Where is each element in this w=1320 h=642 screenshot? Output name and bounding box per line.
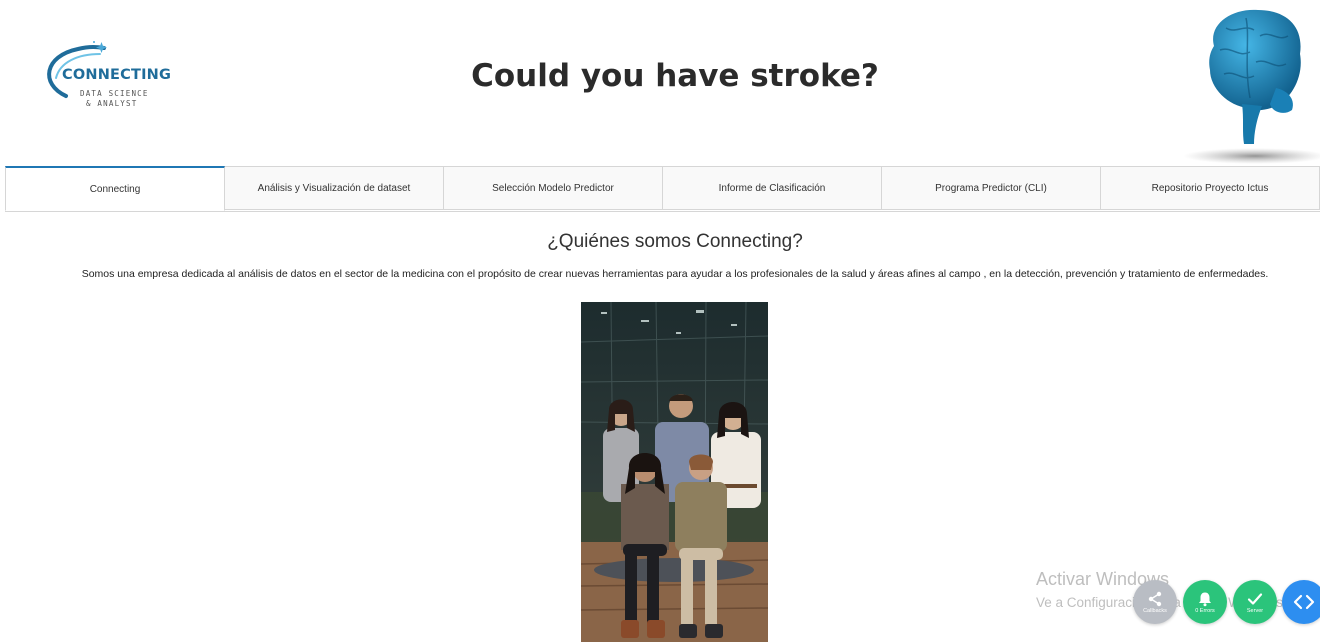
bell-icon: [1199, 592, 1211, 606]
main-tabs: Connecting Análisis y Visualización de d…: [5, 166, 1320, 212]
tab-label: Informe de Clasificación: [718, 182, 826, 194]
callbacks-label: Callbacks: [1143, 607, 1167, 614]
callbacks-button[interactable]: Callbacks: [1133, 580, 1177, 624]
team-photo: [581, 302, 768, 642]
check-icon: [1247, 592, 1263, 605]
server-label: Server: [1246, 607, 1264, 614]
code-icon: [1293, 594, 1315, 610]
page-title: Could you have stroke?: [471, 58, 879, 94]
tab-informe-clasificacion[interactable]: Informe de Clasificación: [663, 166, 882, 210]
tab-analisis-visualizacion[interactable]: Análisis y Visualización de dataset: [225, 166, 444, 210]
errors-label: 0 Errors: [1195, 607, 1215, 614]
tab-label: Repositorio Proyecto Ictus: [1151, 182, 1269, 194]
toggle-devtools-button[interactable]: [1282, 580, 1320, 624]
tab-repositorio-proyecto[interactable]: Repositorio Proyecto Ictus: [1101, 166, 1320, 210]
section-description: Somos una empresa dedicada al análisis d…: [81, 268, 1269, 280]
tab-label: Programa Predictor (CLI): [935, 182, 1047, 194]
server-button[interactable]: Server: [1233, 580, 1277, 624]
share-icon: [1148, 591, 1162, 606]
brain-3d-image: [1180, 6, 1320, 164]
tab-programa-predictor[interactable]: Programa Predictor (CLI): [882, 166, 1101, 210]
tab-seleccion-modelo[interactable]: Selección Modelo Predictor: [444, 166, 663, 210]
errors-button[interactable]: 0 Errors: [1183, 580, 1227, 624]
tab-label: Selección Modelo Predictor: [492, 182, 614, 194]
tab-label: Análisis y Visualización de dataset: [257, 182, 411, 194]
tab-connecting[interactable]: Connecting: [5, 166, 225, 211]
section-title: ¿Quiénes somos Connecting?: [547, 231, 803, 252]
logo-subtitle-line2: & ANALYST: [86, 99, 138, 108]
tab-label: Connecting: [89, 184, 141, 195]
